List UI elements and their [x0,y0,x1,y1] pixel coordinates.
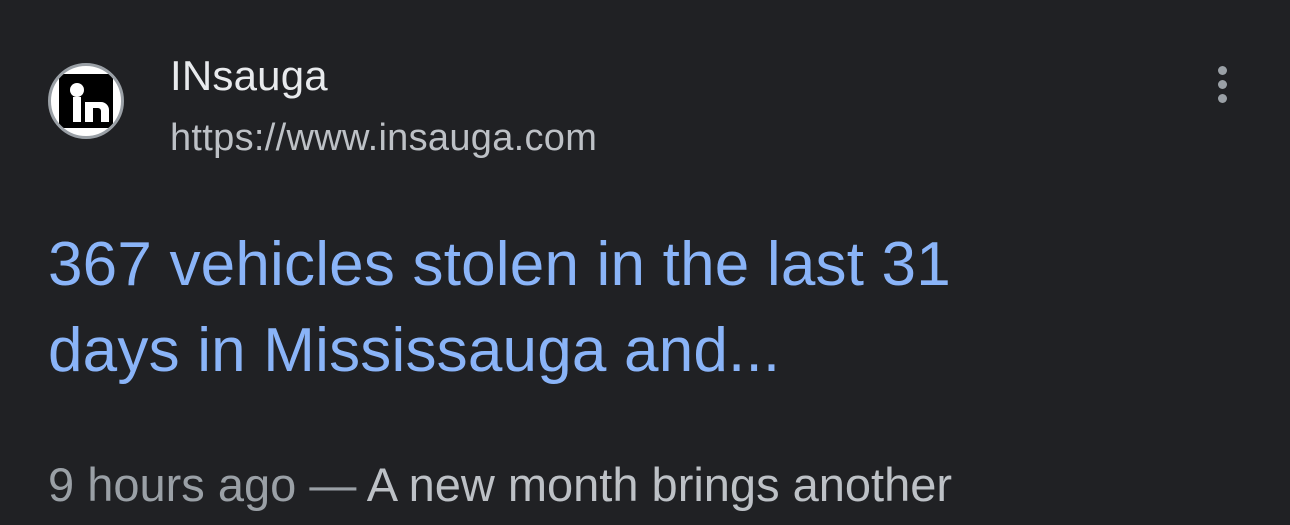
insauga-logo-icon [48,63,124,139]
result-time-ago: 9 hours ago [48,458,297,511]
more-dot [1218,94,1227,103]
result-title-line-2: days in Mississauga and... [48,316,781,385]
more-dot [1218,66,1227,75]
site-header[interactable]: INsauga https://www.insauga.com [48,50,1248,170]
more-options-icon[interactable] [1198,60,1250,112]
site-url: https://www.insauga.com [170,117,598,159]
site-text: INsauga https://www.insauga.com [170,50,597,162]
result-title-link[interactable]: 367 vehicles stolen in the last 31 days … [48,222,1238,394]
result-snippet: 9 hours ago — A new month brings another [48,450,1268,520]
snippet-separator: — [309,458,357,511]
site-name: INsauga [170,52,328,99]
result-title-line-1: 367 vehicles stolen in the last 31 [48,230,951,299]
snippet-text: A new month brings another [366,458,953,511]
more-dot [1218,80,1227,89]
search-result-card: INsauga https://www.insauga.com 367 vehi… [0,0,1290,525]
